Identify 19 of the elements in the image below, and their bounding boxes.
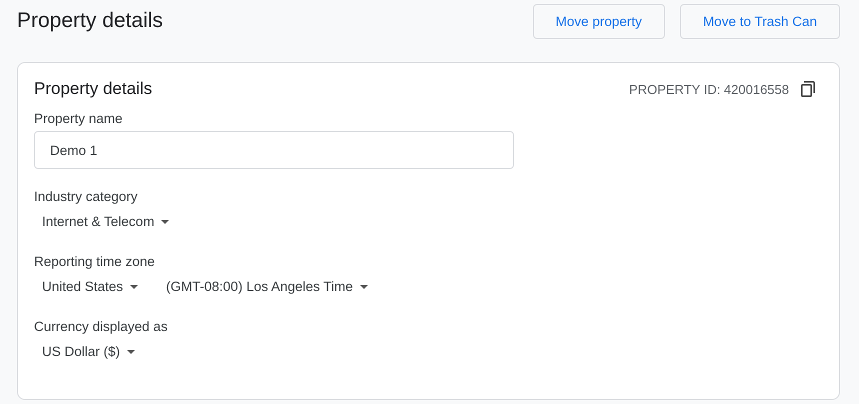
property-id: PROPERTY ID: 420016558 bbox=[629, 82, 789, 96]
dropdown[interactable]: US Dollar ($) bbox=[34, 339, 144, 364]
caret-icon bbox=[127, 350, 136, 354]
input-field[interactable]: Demo 1 bbox=[34, 131, 514, 169]
dropdown[interactable]: United States bbox=[34, 274, 146, 299]
field-label: Currency displayed as bbox=[34, 319, 169, 334]
action-button[interactable]: Move to Trash Can bbox=[680, 4, 840, 38]
field-label: Property name bbox=[34, 111, 124, 126]
page-title: Property details bbox=[17, 9, 163, 33]
dropdown[interactable]: (GMT-08:00) Los Angeles Time bbox=[158, 274, 376, 299]
field-label: Reporting time zone bbox=[34, 254, 156, 269]
caret-icon bbox=[130, 284, 138, 288]
caret-icon bbox=[161, 220, 170, 224]
caret-icon bbox=[360, 284, 368, 288]
field-label: Industry category bbox=[34, 189, 139, 204]
card-title: Property details bbox=[34, 79, 152, 99]
dropdown[interactable]: Internet & Telecom bbox=[34, 209, 178, 234]
copy-icon[interactable] bbox=[801, 81, 815, 97]
action-button[interactable]: Move property bbox=[532, 4, 665, 38]
